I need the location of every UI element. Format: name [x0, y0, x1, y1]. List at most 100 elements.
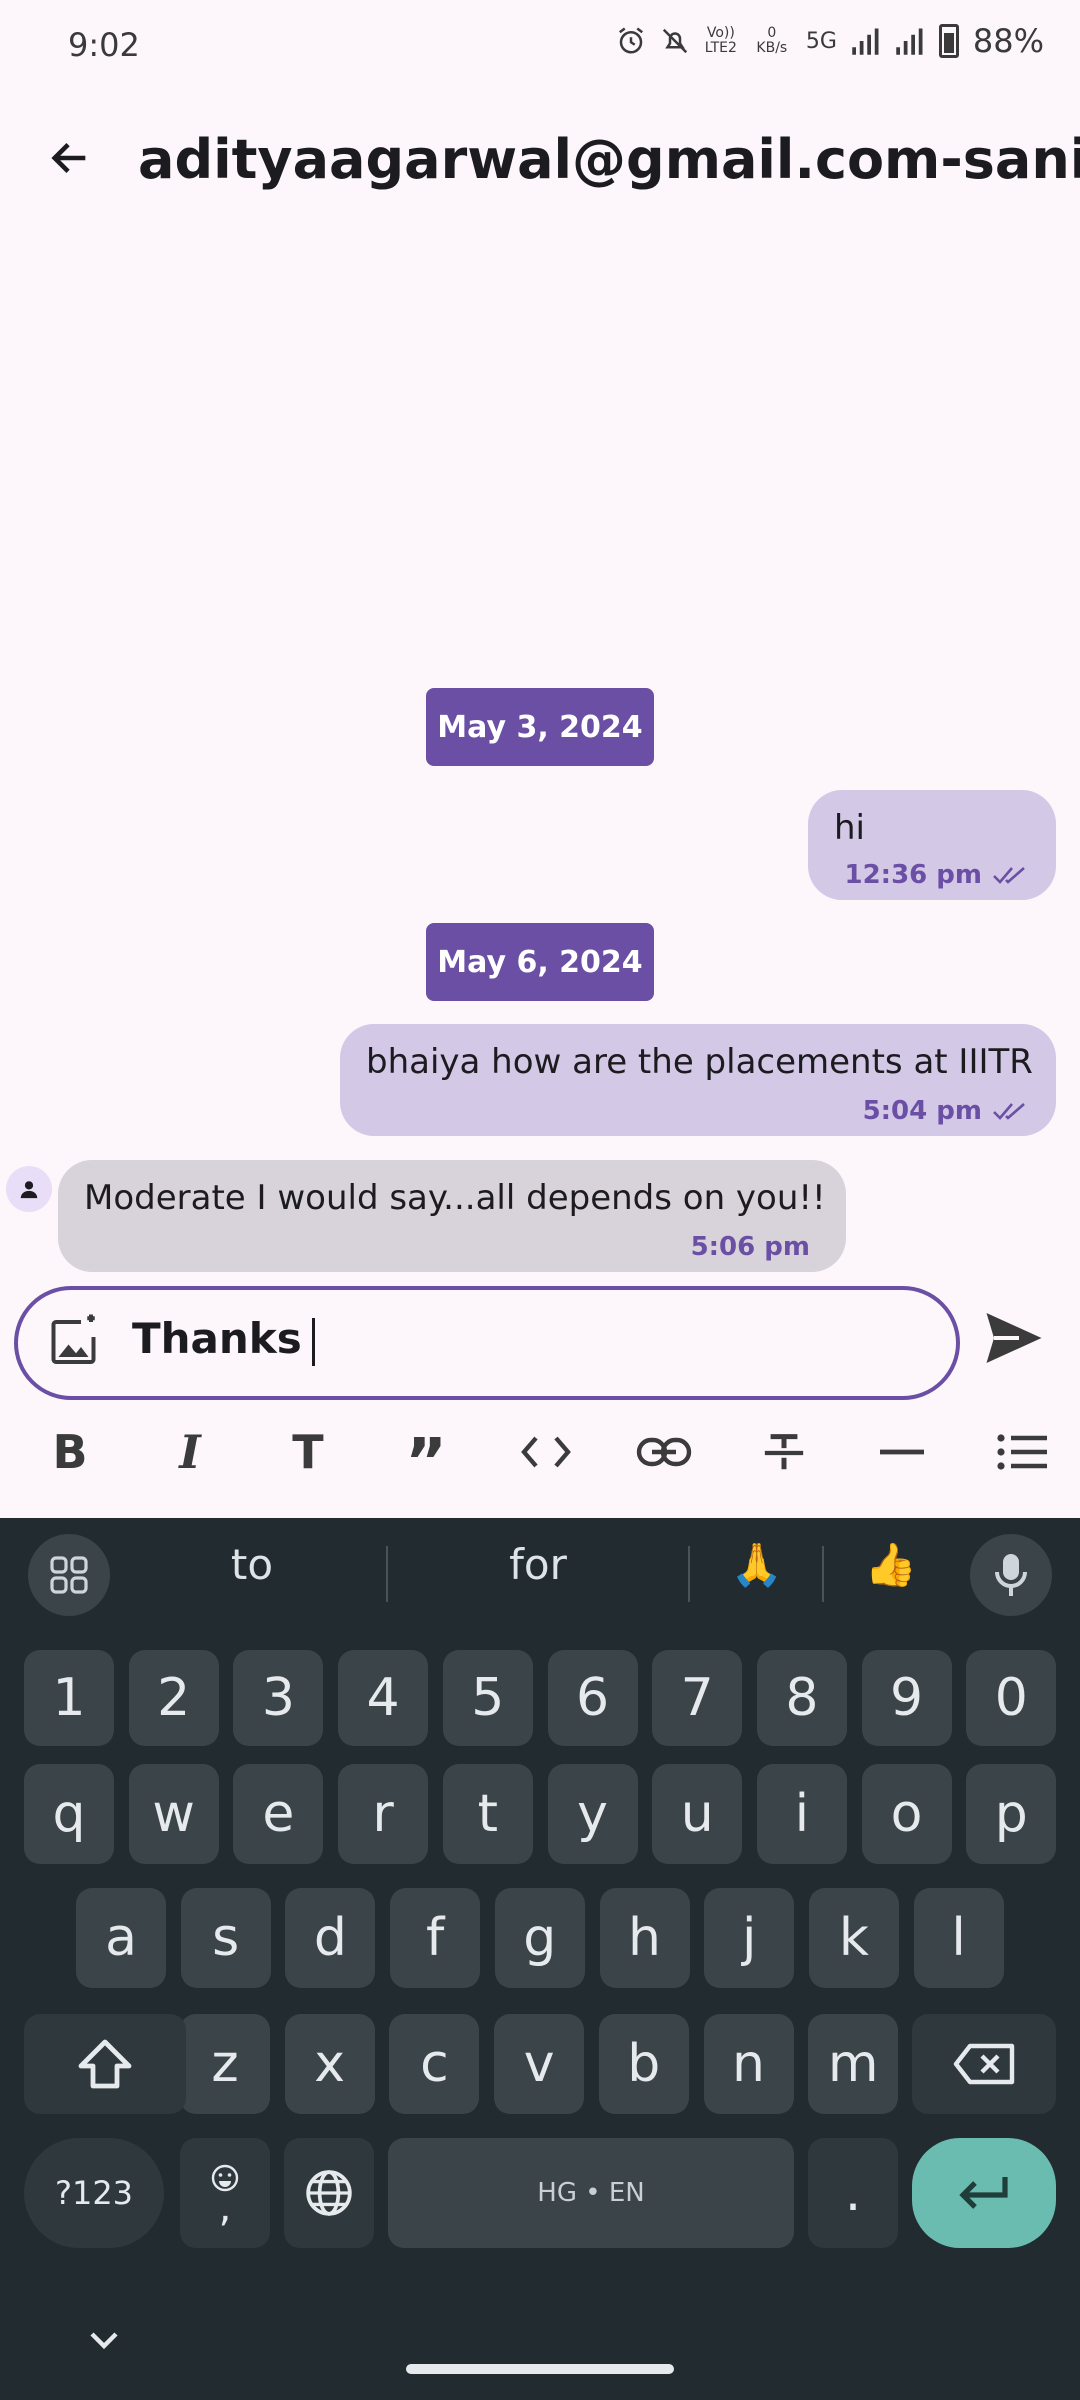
- key-s[interactable]: s: [180, 1888, 271, 1988]
- message-input-value: Thanks: [132, 1314, 302, 1363]
- shift-key[interactable]: [24, 2014, 186, 2114]
- message-input[interactable]: Thanks: [132, 1314, 315, 1366]
- symbols-key[interactable]: ?123: [24, 2138, 164, 2248]
- home-indicator[interactable]: [406, 2364, 674, 2374]
- key-z[interactable]: z: [180, 2014, 270, 2114]
- key-r[interactable]: r: [338, 1764, 429, 1864]
- chat-title: adityaagarwal@gmail.com-sani@gmail.com: [138, 128, 1080, 191]
- emoji-suggestion[interactable]: 🙏: [712, 1540, 802, 1590]
- message-meta: 12:36 pm: [844, 860, 1030, 890]
- emoji-suggestion[interactable]: 👍: [846, 1540, 936, 1590]
- status-icons: Vo)) LTE2 0 KB/s 5G 88%: [616, 22, 1044, 60]
- attach-image-button[interactable]: [46, 1312, 108, 1374]
- code-button[interactable]: [510, 1416, 582, 1488]
- send-icon: [986, 1313, 1042, 1363]
- add-photo-icon: [51, 1314, 96, 1364]
- key-0[interactable]: 0: [966, 1650, 1057, 1746]
- key-b[interactable]: b: [598, 2014, 689, 2114]
- key-p[interactable]: p: [966, 1764, 1057, 1864]
- bold-button[interactable]: B: [34, 1416, 106, 1488]
- message-time: 12:36 pm: [844, 860, 982, 890]
- send-button[interactable]: [984, 1310, 1056, 1380]
- key-e[interactable]: e: [233, 1764, 324, 1864]
- microphone-icon: [995, 1554, 1027, 1596]
- key-d[interactable]: d: [285, 1888, 376, 1988]
- quote-icon: ”: [404, 1426, 448, 1500]
- signal-icon: [852, 28, 879, 55]
- key-1[interactable]: 1: [24, 1650, 114, 1746]
- key-v[interactable]: v: [494, 2014, 585, 2114]
- key-2[interactable]: 2: [128, 1650, 219, 1746]
- incoming-message[interactable]: Moderate I would say...all depends on yo…: [58, 1160, 846, 1272]
- key-j[interactable]: j: [704, 1888, 795, 1988]
- suggestion-divider: [822, 1546, 824, 1602]
- suggestion-item[interactable]: for: [438, 1540, 638, 1589]
- heading-icon: T: [292, 1425, 324, 1479]
- key-7[interactable]: 7: [652, 1650, 743, 1746]
- outgoing-message[interactable]: bhaiya how are the placements at IIITR 5…: [340, 1024, 1056, 1136]
- suggestion-divider: [688, 1546, 690, 1602]
- key-w[interactable]: w: [128, 1764, 219, 1864]
- message-time: 5:04 pm: [862, 1096, 982, 1126]
- key-9[interactable]: 9: [861, 1650, 952, 1746]
- key-n[interactable]: n: [703, 2014, 794, 2114]
- language-key[interactable]: [284, 2138, 374, 2248]
- italic-icon: I: [179, 1425, 201, 1479]
- key-h[interactable]: h: [599, 1888, 690, 1988]
- bell-off-icon: [662, 28, 687, 54]
- signal-icon-2: [896, 28, 923, 55]
- key-y[interactable]: y: [547, 1764, 638, 1864]
- arrow-back-icon: [51, 142, 86, 174]
- date-chip: May 3, 2024: [426, 688, 654, 766]
- hide-keyboard-icon[interactable]: [84, 2320, 124, 2360]
- status-time: 9:02: [68, 26, 140, 64]
- emoji-comma-key[interactable]: ,: [180, 2138, 270, 2248]
- suggestion-item[interactable]: to: [172, 1540, 332, 1589]
- keyboard-menu-button[interactable]: [28, 1534, 110, 1616]
- key-a[interactable]: a: [76, 1888, 166, 1988]
- contact-avatar[interactable]: [6, 1166, 52, 1212]
- key-g[interactable]: g: [494, 1888, 585, 1988]
- net-speed: 0 KB/s: [756, 25, 788, 56]
- key-q[interactable]: q: [24, 1764, 114, 1864]
- double-check-icon: [993, 867, 1025, 884]
- app-header: adityaagarwal@gmail.com-sani@gmail.com: [0, 100, 1080, 222]
- space-key[interactable]: HG • EN: [388, 2138, 794, 2248]
- message-composer[interactable]: Thanks: [14, 1286, 960, 1400]
- key-c[interactable]: c: [389, 2014, 480, 2114]
- key-t[interactable]: t: [442, 1764, 533, 1864]
- enter-key[interactable]: [912, 2138, 1056, 2248]
- key-5[interactable]: 5: [442, 1650, 533, 1746]
- key-8[interactable]: 8: [756, 1650, 847, 1746]
- link-button[interactable]: [628, 1416, 700, 1488]
- shift-icon: [78, 2039, 132, 2089]
- key-l[interactable]: l: [913, 1888, 1004, 1988]
- date-chip: May 6, 2024: [426, 923, 654, 1001]
- key-o[interactable]: o: [861, 1764, 952, 1864]
- backspace-key[interactable]: [912, 2014, 1056, 2114]
- heading-button[interactable]: T: [272, 1416, 344, 1488]
- back-button[interactable]: [34, 122, 106, 194]
- key-i[interactable]: i: [756, 1764, 847, 1864]
- quote-button[interactable]: ”: [390, 1416, 462, 1495]
- outgoing-message[interactable]: hi 12:36 pm: [808, 790, 1056, 900]
- battery-percent: 88%: [972, 22, 1044, 60]
- italic-button[interactable]: I: [154, 1416, 226, 1488]
- code-icon: [521, 1436, 571, 1468]
- key-u[interactable]: u: [652, 1764, 743, 1864]
- horizontal-rule-icon: [880, 1449, 924, 1455]
- voice-input-button[interactable]: [970, 1534, 1052, 1616]
- period-key[interactable]: .: [808, 2138, 898, 2248]
- grid-icon: [50, 1556, 88, 1594]
- strikethrough-button[interactable]: [748, 1416, 820, 1488]
- key-3[interactable]: 3: [233, 1650, 324, 1746]
- key-m[interactable]: m: [808, 2014, 899, 2114]
- horizontal-rule-button[interactable]: [866, 1416, 938, 1488]
- list-button[interactable]: [986, 1416, 1058, 1488]
- key-k[interactable]: k: [808, 1888, 899, 1988]
- key-x[interactable]: x: [284, 2014, 375, 2114]
- key-4[interactable]: 4: [338, 1650, 429, 1746]
- net-type: 5G: [805, 28, 837, 54]
- key-6[interactable]: 6: [547, 1650, 638, 1746]
- key-f[interactable]: f: [390, 1888, 481, 1988]
